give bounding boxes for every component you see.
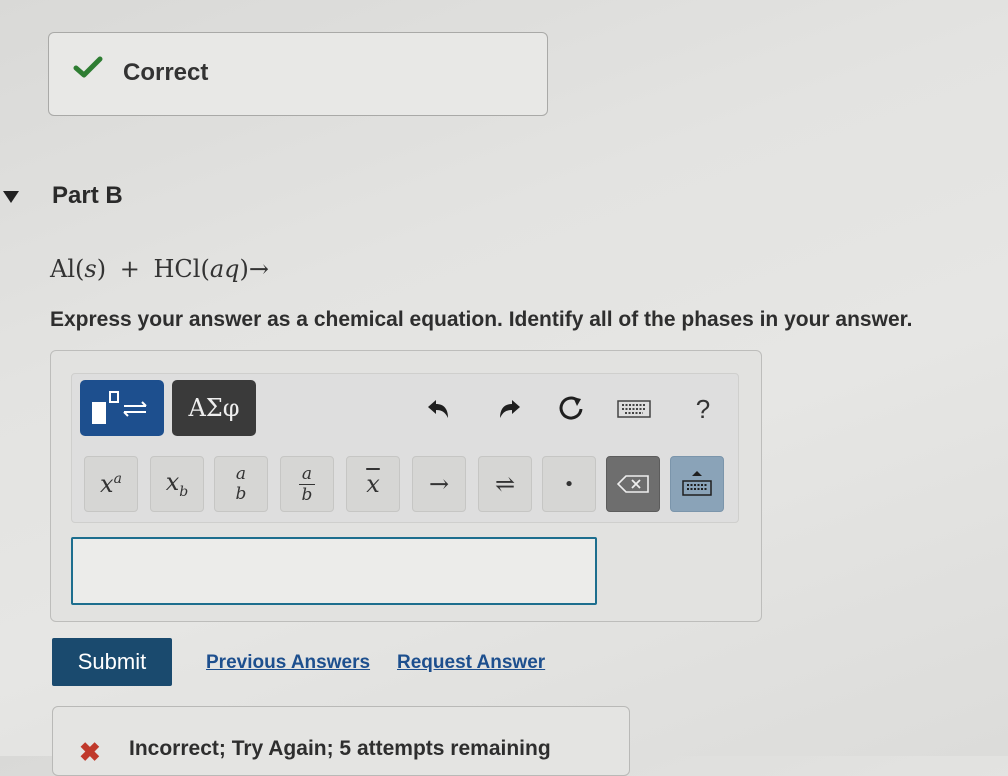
- backspace-icon: [617, 475, 649, 493]
- eq-arrow: →: [248, 255, 269, 283]
- subscript-key[interactable]: xb: [150, 456, 204, 512]
- superscript-base: x: [100, 470, 114, 498]
- fraction-key[interactable]: a b: [214, 456, 268, 512]
- delete-key[interactable]: [606, 456, 660, 512]
- reset-button[interactable]: [554, 392, 588, 426]
- fraction-bar-num: a: [298, 464, 316, 485]
- subscript-base: x: [165, 468, 180, 497]
- eq-plus: +: [119, 255, 140, 283]
- part-title[interactable]: Part B: [52, 182, 123, 210]
- templates-button[interactable]: [80, 380, 164, 436]
- redo-icon: [500, 400, 520, 418]
- greek-symbols-button[interactable]: ΑΣφ: [172, 380, 256, 436]
- eq-state-aq: aq: [209, 255, 240, 283]
- incorrect-label: Incorrect; Try Again; 5 attempts remaini…: [129, 737, 551, 760]
- superscript-key[interactable]: xa: [84, 456, 138, 512]
- dot-key[interactable]: •: [542, 456, 596, 512]
- fraction-den: b: [235, 484, 247, 504]
- reaction-arrow-key[interactable]: →: [412, 456, 466, 512]
- x-icon: ✖: [79, 737, 101, 767]
- reaction-equation: Al(s) + HCl(aq)→: [50, 255, 269, 283]
- math-toolbar: ΑΣφ ? xa xb a b a b x → ⇌ •: [71, 373, 739, 523]
- correct-feedback-box: Correct: [48, 32, 548, 116]
- help-button[interactable]: ?: [686, 392, 720, 426]
- subscript-index: b: [179, 483, 189, 500]
- overline-key[interactable]: x: [346, 456, 400, 512]
- incorrect-feedback-box: ✖ Incorrect; Try Again; 5 attempts remai…: [52, 706, 630, 776]
- fraction-num: a: [235, 464, 247, 484]
- redo-button[interactable]: [492, 392, 526, 426]
- eq-hcl: HCl: [153, 255, 201, 283]
- triangle-down-icon[interactable]: [2, 190, 20, 204]
- eq-al: Al: [50, 255, 76, 283]
- overline-symbol: x: [366, 470, 380, 498]
- equilibrium-arrow-key[interactable]: ⇌: [478, 456, 532, 512]
- keyboard-up-icon: [682, 471, 712, 496]
- undo-icon: [428, 400, 448, 418]
- instruction-text: Express your answer as a chemical equati…: [50, 308, 913, 331]
- answer-panel: ΑΣφ ? xa xb a b a b x → ⇌ •: [50, 350, 762, 622]
- eq-state-s: s: [84, 255, 97, 283]
- undo-button[interactable]: [422, 392, 456, 426]
- previous-answers-link[interactable]: Previous Answers: [206, 652, 370, 674]
- keyboard-shortcuts-button[interactable]: [614, 392, 654, 426]
- correct-label: Correct: [123, 59, 209, 86]
- templates-icon: [92, 391, 147, 424]
- submit-button[interactable]: Submit: [52, 638, 172, 686]
- keyboard-icon: [617, 400, 651, 418]
- superscript-exp: a: [113, 471, 122, 487]
- checkmark-icon: [73, 56, 103, 78]
- keyboard-toggle-key[interactable]: [670, 456, 724, 512]
- fraction-bar-key[interactable]: a b: [280, 456, 334, 512]
- reset-icon: [559, 396, 583, 420]
- answer-input[interactable]: [71, 537, 597, 605]
- request-answer-link[interactable]: Request Answer: [397, 652, 545, 674]
- fraction-bar-den: b: [301, 484, 313, 505]
